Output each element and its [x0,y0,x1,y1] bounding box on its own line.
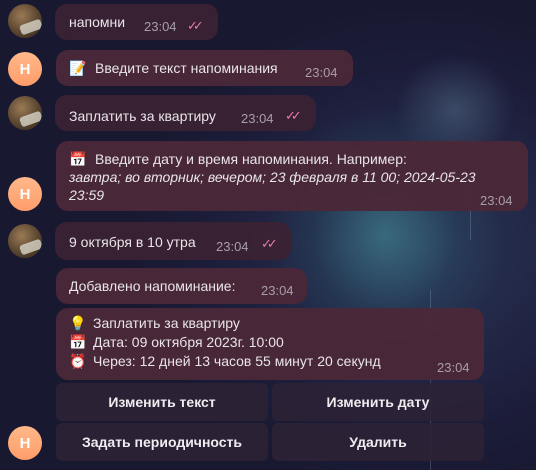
memo-icon: 📝 [69,60,87,76]
user-avatar[interactable] [8,224,42,258]
message-incoming[interactable]: 💡 Заплатить за квартиру 📅 Дата: 09 октяб… [56,308,484,380]
message-outgoing[interactable]: Заплатить за квартиру 23:04 ✓✓ [55,95,316,131]
edit-text-button[interactable]: Изменить текст [56,383,268,421]
message-time: 23:04 [261,283,294,298]
message-time: 23:04 [305,65,338,80]
message-time: 23:04 [480,193,513,208]
bot-avatar[interactable]: Н [8,426,42,460]
alarm-clock-icon: ⏰ [69,353,87,369]
read-ticks-icon: ✓✓ [261,236,278,251]
bot-avatar[interactable]: Н [8,52,42,86]
message-incoming[interactable]: Добавлено напоминание: 23:04 [56,268,307,304]
message-outgoing[interactable]: напомни 23:04 ✓✓ [55,4,218,40]
user-avatar[interactable] [8,4,42,38]
calendar-icon: 📅 [69,151,87,167]
user-avatar[interactable] [8,96,42,130]
message-incoming[interactable]: 📅 Введите дату и время напоминания. Напр… [56,141,528,211]
message-incoming[interactable]: 📝 Введите текст напоминания 23:04 [56,50,353,86]
message-text: напомни [69,14,126,30]
message-outgoing[interactable]: 9 октября в 10 утра 23:04 ✓✓ [55,222,291,260]
avatar-letter: Н [19,434,31,452]
message-time: 23:04 [144,19,177,34]
message-time: 23:04 [241,111,274,126]
edit-date-button[interactable]: Изменить дату [272,383,484,421]
message-time: 23:04 [216,239,249,254]
avatar-letter: Н [19,60,31,78]
calendar-icon: 📅 [69,334,87,350]
set-periodicity-button[interactable]: Задать периодичность [56,423,268,461]
message-text: Введите текст напоминания [95,60,278,76]
delete-button[interactable]: Удалить [272,423,484,461]
bot-avatar[interactable]: Н [8,177,42,211]
read-ticks-icon: ✓✓ [187,18,204,33]
reminder-countdown: Через: 12 дней 13 часов 55 минут 20 секу… [93,353,381,369]
message-example-text: завтра; во вторник; вечером; 23 февраля … [69,169,476,185]
message-text: Добавлено напоминание: [69,278,236,294]
read-ticks-icon: ✓✓ [285,108,302,123]
message-example-text: 23:59 [69,187,105,203]
lightbulb-icon: 💡 [69,315,87,331]
message-time: 23:04 [437,360,470,375]
avatar-letter: Н [19,185,31,203]
reminder-title: Заплатить за квартиру [93,315,240,331]
message-text: Введите дату и время напоминания. Наприм… [95,151,407,167]
message-text: Заплатить за квартиру [69,108,216,124]
message-text: 9 октября в 10 утра [69,234,196,250]
reminder-date: Дата: 09 октября 2023г. 10:00 [93,334,284,350]
